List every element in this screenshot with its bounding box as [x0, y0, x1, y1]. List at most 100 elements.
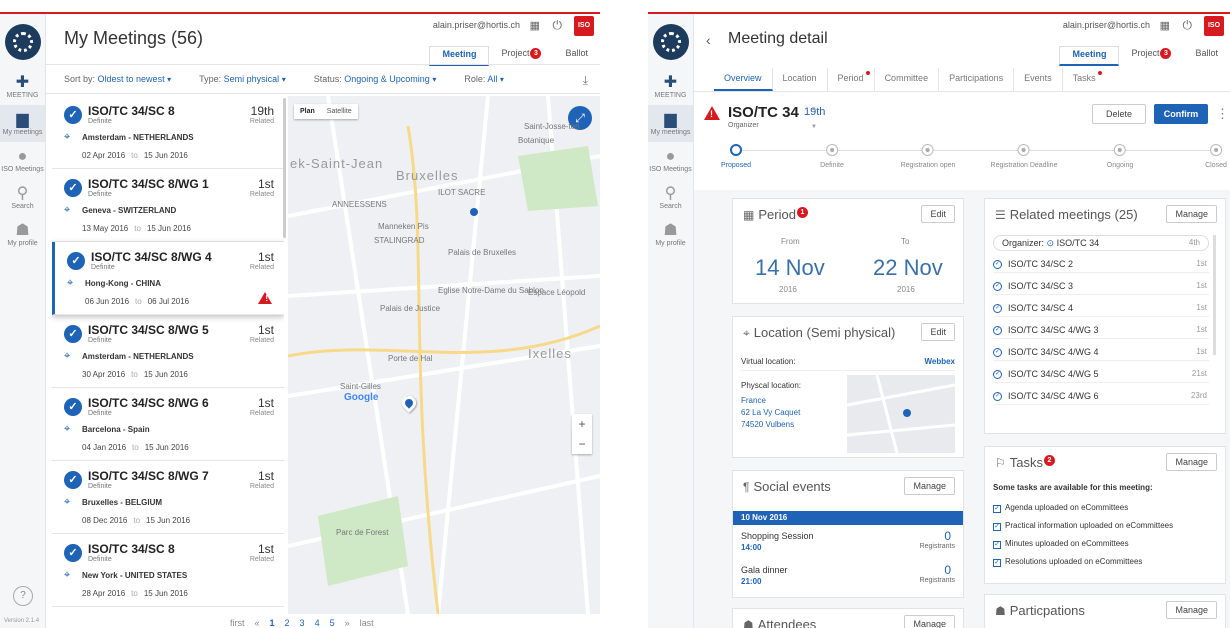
- page-next[interactable]: »: [345, 618, 350, 628]
- tab-meeting[interactable]: Meeting: [1059, 46, 1120, 66]
- sidebar-item-my-meetings[interactable]: ▆ My meetings: [0, 105, 45, 142]
- location-pin-icon: ⌖: [64, 350, 71, 362]
- task-item[interactable]: ✓ Practical information uploaded on eComm…: [993, 521, 1173, 531]
- tab-tasks[interactable]: Tasks: [1063, 68, 1106, 91]
- apps-grid-icon[interactable]: ▦: [1160, 19, 1170, 32]
- tab-meeting[interactable]: Meeting: [429, 46, 490, 66]
- location-mini-map[interactable]: [846, 374, 956, 454]
- related-meeting-item[interactable]: ✓ ISO/TC 34/SC 4/WG 5 21st: [993, 365, 1209, 383]
- map-dot[interactable]: [470, 208, 478, 216]
- page-5[interactable]: 5: [330, 618, 335, 628]
- sidebar-item-new-meeting[interactable]: ✚ MEETING: [0, 68, 45, 105]
- help-button[interactable]: ?: [13, 586, 33, 606]
- user-email[interactable]: alain.priser@hortis.ch: [1063, 20, 1150, 30]
- task-item[interactable]: ✓ Agenda uploaded on eCommittees: [993, 503, 1128, 513]
- map-tab-satellite[interactable]: Satellite: [321, 104, 358, 119]
- sidebar-item-iso-meetings[interactable]: ● ISO Meetings: [648, 142, 693, 179]
- edit-period-button[interactable]: Edit: [921, 205, 955, 223]
- task-item[interactable]: ✓ Resolutions uploaded on eCommittees: [993, 557, 1142, 567]
- tab-ballot[interactable]: Ballot: [1183, 46, 1230, 66]
- task-item[interactable]: ✓ Minutes uploaded on eCommittees: [993, 539, 1129, 549]
- meeting-card[interactable]: ✓ ISO/TC 34/SC 8 Definite 19th Related ⌖…: [52, 96, 284, 169]
- related-meeting-item[interactable]: ✓ ISO/TC 34/SC 4/WG 4 1st: [993, 343, 1209, 361]
- more-options-icon[interactable]: ⋮: [1216, 106, 1229, 122]
- map-view[interactable]: Plan Satellite ⤢ Bruxelles ILOT SACRE Ma…: [288, 96, 600, 614]
- delete-button[interactable]: Delete: [1092, 104, 1146, 124]
- related-meeting-item[interactable]: ✓ ISO/TC 34/SC 3 1st: [993, 277, 1209, 295]
- number-stepper-icon[interactable]: ▲ ▼: [811, 100, 817, 136]
- back-icon[interactable]: ‹: [706, 32, 711, 48]
- tab-project[interactable]: Project 3: [489, 46, 553, 66]
- location-pin-icon: ⌖: [64, 131, 71, 143]
- meeting-card[interactable]: ✓ ISO/TC 34/SC 8/WG 1 Definite 1st Relat…: [52, 169, 284, 242]
- meeting-list: ✓ ISO/TC 34/SC 8 Definite 19th Related ⌖…: [52, 96, 284, 614]
- alert-dot: [1097, 71, 1102, 75]
- sidebar-item-search[interactable]: ⚲ Search: [0, 179, 45, 216]
- sort-filter[interactable]: Sort by: Oldest to newest ▾: [64, 74, 171, 84]
- map-tab-plan[interactable]: Plan: [294, 104, 321, 119]
- page-first[interactable]: first: [230, 618, 245, 628]
- related-meeting-item[interactable]: ✓ ISO/TC 34/SC 4/WG 6 23rd: [993, 387, 1209, 405]
- type-filter[interactable]: Type: Semi physical ▾: [199, 74, 286, 84]
- user-email[interactable]: alain.priser@hortis.ch: [433, 20, 520, 30]
- edit-location-button[interactable]: Edit: [921, 323, 955, 341]
- meeting-card[interactable]: ✓ ISO/TC 34/SC 8/WG 7 Definite 1st Relat…: [52, 461, 284, 534]
- app-logo[interactable]: [652, 24, 689, 60]
- status-filter[interactable]: Status: Ongoing & Upcoming ▾: [314, 74, 437, 84]
- tab-events[interactable]: Events: [1014, 68, 1063, 91]
- virtual-location-link[interactable]: Webbex: [924, 357, 955, 366]
- tab-project[interactable]: Project 3: [1119, 46, 1183, 66]
- related-scrollbar[interactable]: [1213, 235, 1216, 355]
- related-meeting-item[interactable]: ✓ ISO/TC 34/SC 4/WG 3 1st: [993, 321, 1209, 339]
- page-2[interactable]: 2: [285, 618, 290, 628]
- header-tabs: Meeting Project 3 Ballot: [1059, 46, 1230, 66]
- tab-location[interactable]: Location: [773, 68, 828, 91]
- tab-overview[interactable]: Overview: [714, 68, 773, 91]
- role-filter[interactable]: Role: All ▾: [464, 74, 504, 84]
- step-closed: Closed: [1205, 144, 1227, 169]
- apps-grid-icon[interactable]: ▦: [530, 19, 540, 32]
- power-icon[interactable]: ⏻: [553, 18, 563, 33]
- confirm-button[interactable]: Confirm: [1154, 104, 1208, 124]
- meeting-card[interactable]: ✓ ISO/TC 34/SC 8/WG 5 Definite 1st Relat…: [52, 315, 284, 388]
- sidebar-item-my-meetings[interactable]: ▆ My meetings: [648, 105, 693, 142]
- page-last[interactable]: last: [360, 618, 374, 628]
- app-logo[interactable]: [4, 24, 41, 60]
- sidebar: ✚ MEETING ▆ My meetings ● ISO Meetings ⚲ Sea…: [648, 14, 694, 628]
- power-icon[interactable]: ⏻: [1183, 18, 1193, 33]
- manage-social-button[interactable]: Manage: [904, 477, 955, 495]
- meeting-card-selected[interactable]: ✓ ISO/TC 34/SC 8/WG 4 Definite 1st Relat…: [52, 242, 284, 315]
- sidebar-item-iso-meetings[interactable]: ● ISO Meetings: [0, 142, 45, 179]
- location-card: ⌖ Location (Semi physical) Edit Virtual l…: [732, 316, 964, 458]
- related-meeting-item[interactable]: ✓ ISO/TC 34/SC 2 1st: [993, 255, 1209, 273]
- page-4[interactable]: 4: [315, 618, 320, 628]
- sidebar-item-new-meeting[interactable]: ✚ MEETING: [648, 68, 693, 105]
- manage-related-button[interactable]: Manage: [1166, 205, 1217, 223]
- tab-committee[interactable]: Committee: [875, 68, 940, 91]
- tab-participations[interactable]: Participations: [939, 68, 1015, 91]
- download-icon[interactable]: ⤓: [583, 73, 588, 88]
- period-badge: 1: [796, 207, 808, 218]
- tab-ballot[interactable]: Ballot: [553, 46, 600, 66]
- briefcase-icon: ▆: [16, 111, 29, 128]
- map-zoom-control[interactable]: + −: [572, 414, 592, 454]
- manage-attendees-button[interactable]: Manage: [904, 615, 955, 628]
- checkbox-checked-icon: ✓: [993, 523, 1001, 531]
- list-scrollbar[interactable]: [283, 98, 286, 238]
- page-prev[interactable]: «: [255, 618, 260, 628]
- meeting-card[interactable]: ✓ ISO/TC 34/SC 8/WG 6 Definite 1st Relat…: [52, 388, 284, 461]
- zoom-in-icon[interactable]: +: [572, 414, 592, 434]
- organizer-row[interactable]: Organizer: ⊙ ISO/TC 34 4th: [993, 235, 1209, 251]
- sidebar-item-search[interactable]: ⚲ Search: [648, 179, 693, 216]
- calendar-icon: ▦: [743, 208, 755, 222]
- meeting-card[interactable]: ✓ ISO/TC 34/SC 8 Definite 1st Related ⌖ …: [52, 534, 284, 607]
- manage-participations-button[interactable]: Manage: [1166, 601, 1217, 619]
- manage-tasks-button[interactable]: Manage: [1166, 453, 1217, 471]
- related-meeting-item[interactable]: ✓ ISO/TC 34/SC 4 1st: [993, 299, 1209, 317]
- sidebar-item-my-profile[interactable]: ☗ My profile: [648, 216, 693, 253]
- page-3[interactable]: 3: [300, 618, 305, 628]
- sidebar-item-my-profile[interactable]: ☗ My profile: [0, 216, 45, 253]
- tab-period[interactable]: Period: [828, 68, 875, 91]
- zoom-out-icon[interactable]: −: [572, 434, 592, 454]
- page-1[interactable]: 1: [270, 618, 275, 628]
